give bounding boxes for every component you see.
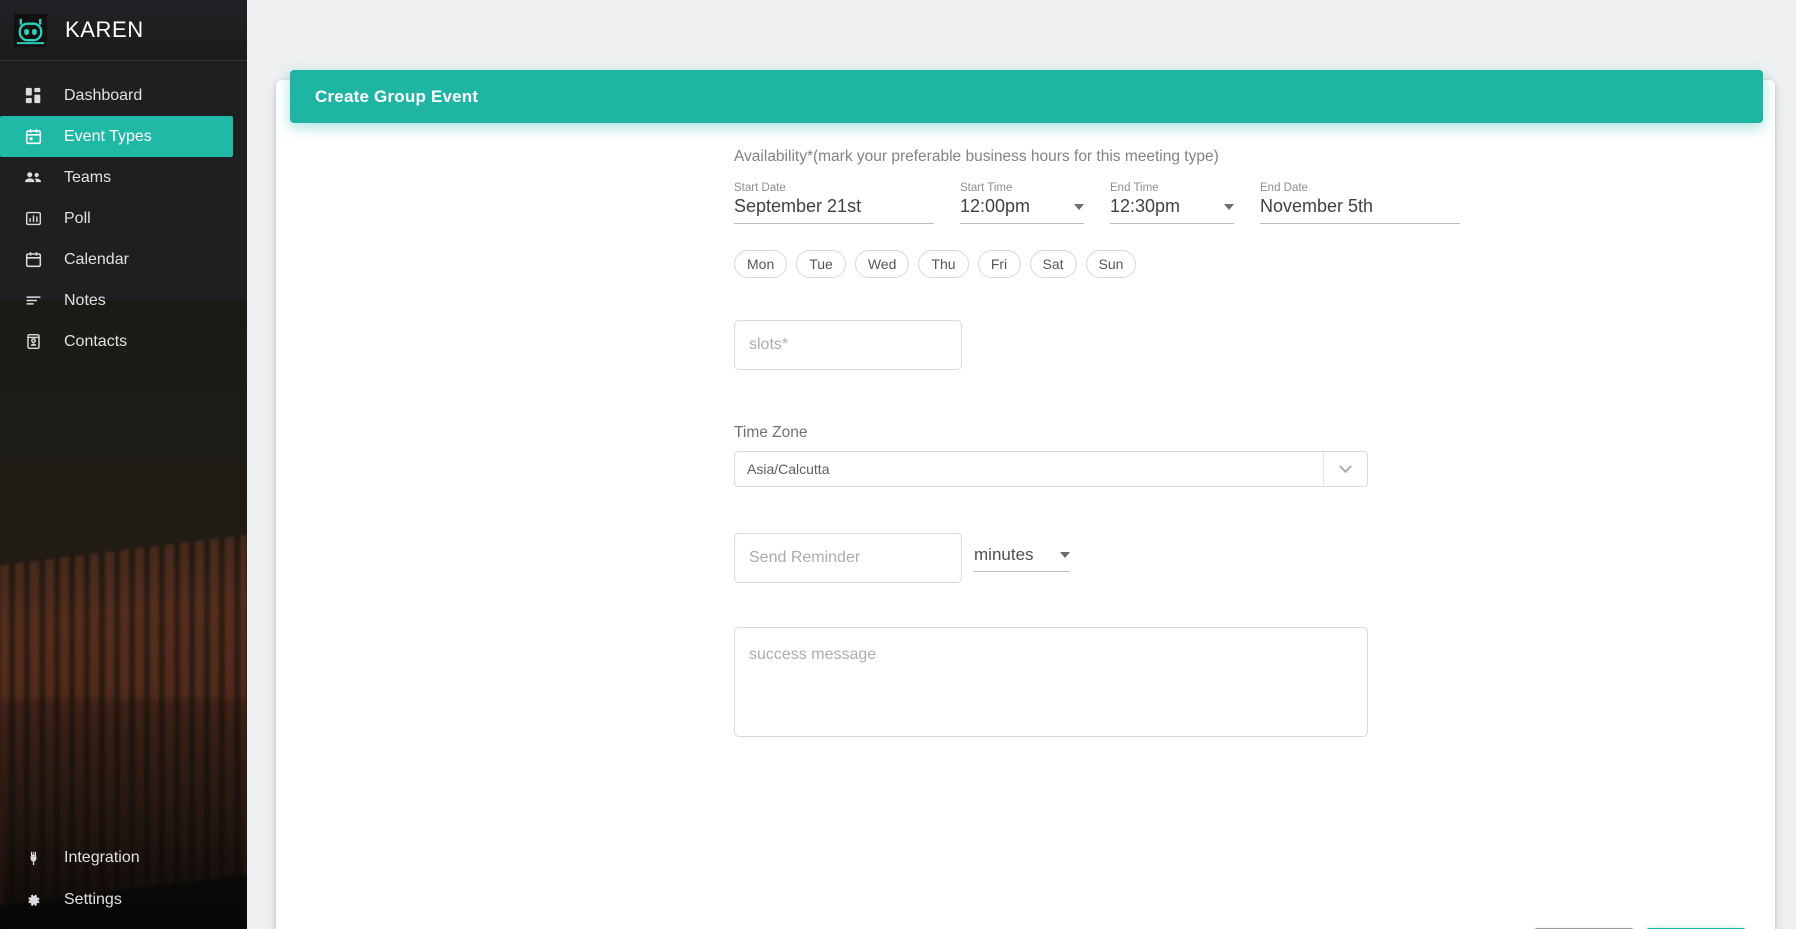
sidebar-item-calendar[interactable]: Calendar: [0, 239, 247, 280]
slots-input[interactable]: slots*: [734, 320, 962, 370]
dashboard-grid-icon: [22, 85, 44, 107]
weekday-chip-tue[interactable]: Tue: [796, 250, 846, 278]
sidebar-item-event-types[interactable]: Event Types: [0, 116, 233, 157]
sidebar-item-dashboard[interactable]: Dashboard: [0, 75, 247, 116]
brand-name: KAREN: [65, 17, 144, 42]
chevron-down-icon[interactable]: [1224, 203, 1234, 210]
sidebar-item-notes[interactable]: Notes: [0, 280, 247, 321]
sidebar-item-teams[interactable]: Teams: [0, 157, 247, 198]
time-zone-group: Time Zone Asia/Calcutta: [734, 424, 1775, 487]
slots-placeholder: slots*: [749, 336, 789, 353]
availability-row: Start Date September 21st Start Time 12:…: [734, 182, 1775, 224]
sidebar-item-label: Event Types: [64, 127, 152, 145]
weekday-chip-sun[interactable]: Sun: [1085, 250, 1137, 278]
weekday-chip-mon[interactable]: Mon: [734, 250, 788, 278]
weekday-chip-fri[interactable]: Fri: [977, 250, 1021, 278]
brand[interactable]: KAREN: [0, 0, 247, 60]
start-date-label: Start Date: [734, 182, 786, 194]
chevron-down-icon[interactable]: [1074, 203, 1084, 210]
time-zone-value: Asia/Calcutta: [747, 461, 830, 477]
send-reminder-placeholder: Send Reminder: [749, 549, 861, 566]
page-title: Create Group Event: [315, 86, 479, 106]
start-time-text: 12:00pm: [960, 196, 1031, 216]
sidebar-item-label: Integration: [64, 849, 140, 866]
sidebar-item-label: Calendar: [64, 250, 129, 268]
end-time-label: End Time: [1110, 182, 1159, 194]
start-date-value[interactable]: September 21st: [734, 196, 934, 224]
sidebar-header: KAREN: [0, 0, 247, 61]
sidebar-item-settings[interactable]: Settings: [0, 879, 247, 921]
sidebar-nav: Dashboard Event Types Teams Poll Calenda…: [0, 61, 247, 362]
reminder-unit-value: minutes: [974, 544, 1034, 564]
weekday-chip-wed[interactable]: Wed: [854, 250, 910, 278]
app-root: KAREN Dashboard Event Types Teams Poll C…: [0, 0, 1796, 929]
start-time-value[interactable]: 12:00pm: [960, 196, 1084, 224]
sidebar-item-label: Notes: [64, 291, 106, 309]
robot-head-icon: [13, 13, 48, 48]
start-time-label: Start Time: [960, 182, 1013, 194]
time-zone-label: Time Zone: [734, 424, 808, 441]
weekday-chip-sat[interactable]: Sat: [1029, 250, 1077, 278]
weekday-selector: Mon Tue Wed Thu Fri Sat Sun: [734, 250, 1775, 278]
calendar-icon: [22, 249, 44, 271]
availability-note: Availability*(mark your preferable busin…: [734, 148, 1219, 165]
end-date-label: End Date: [1260, 182, 1308, 194]
sidebar-item-label: Settings: [64, 891, 122, 908]
send-reminder-input[interactable]: Send Reminder: [734, 533, 962, 583]
contact-card-icon: [22, 331, 44, 353]
sidebar-item-label: Poll: [64, 209, 91, 227]
plug-icon: [22, 847, 44, 869]
chevron-down-icon[interactable]: [1060, 551, 1070, 558]
sidebar-background-photo: [0, 300, 247, 929]
sidebar-item-label: Contacts: [64, 332, 128, 350]
calendar-event-icon: [22, 126, 44, 148]
reminder-unit-select[interactable]: minutes: [974, 545, 1070, 572]
end-date-field[interactable]: End Date November 5th: [1260, 182, 1460, 224]
create-group-event-card: Create Group Event ✓ Basic details 2 Pre…: [276, 70, 1775, 929]
card-header-bar: Create Group Event: [290, 70, 1763, 123]
sidebar-item-poll[interactable]: Poll: [0, 198, 247, 239]
success-message-placeholder: success message: [749, 646, 877, 663]
end-time-field[interactable]: End Time 12:30pm: [1110, 182, 1234, 224]
sidebar-item-integration[interactable]: Integration: [0, 837, 247, 879]
preferences-form: Availability*(mark your preferable busin…: [276, 114, 1775, 737]
lines-notes-icon: [22, 290, 44, 312]
end-time-value[interactable]: 12:30pm: [1110, 196, 1234, 224]
end-date-value[interactable]: November 5th: [1260, 196, 1460, 224]
bar-chart-icon: [22, 208, 44, 230]
sidebar-bottom-nav: Integration Settings: [0, 837, 247, 921]
send-reminder-group: Send Reminder minutes: [734, 533, 1775, 583]
time-zone-select[interactable]: Asia/Calcutta: [734, 451, 1368, 487]
gear-icon: [22, 889, 44, 911]
sidebar-item-contacts[interactable]: Contacts: [0, 321, 247, 362]
sidebar-item-label: Teams: [64, 168, 112, 186]
end-time-text: 12:30pm: [1110, 196, 1181, 216]
main-content: Create Group Event ✓ Basic details 2 Pre…: [247, 0, 1796, 929]
weekday-chip-thu[interactable]: Thu: [918, 250, 969, 278]
chevron-down-icon[interactable]: [1323, 452, 1367, 486]
people-group-icon: [22, 167, 44, 189]
start-date-field[interactable]: Start Date September 21st: [734, 182, 934, 224]
success-message-textarea[interactable]: success message: [734, 627, 1368, 737]
sidebar: KAREN Dashboard Event Types Teams Poll C…: [0, 0, 247, 929]
start-time-field[interactable]: Start Time 12:00pm: [960, 182, 1084, 224]
sidebar-item-label: Dashboard: [64, 86, 143, 104]
